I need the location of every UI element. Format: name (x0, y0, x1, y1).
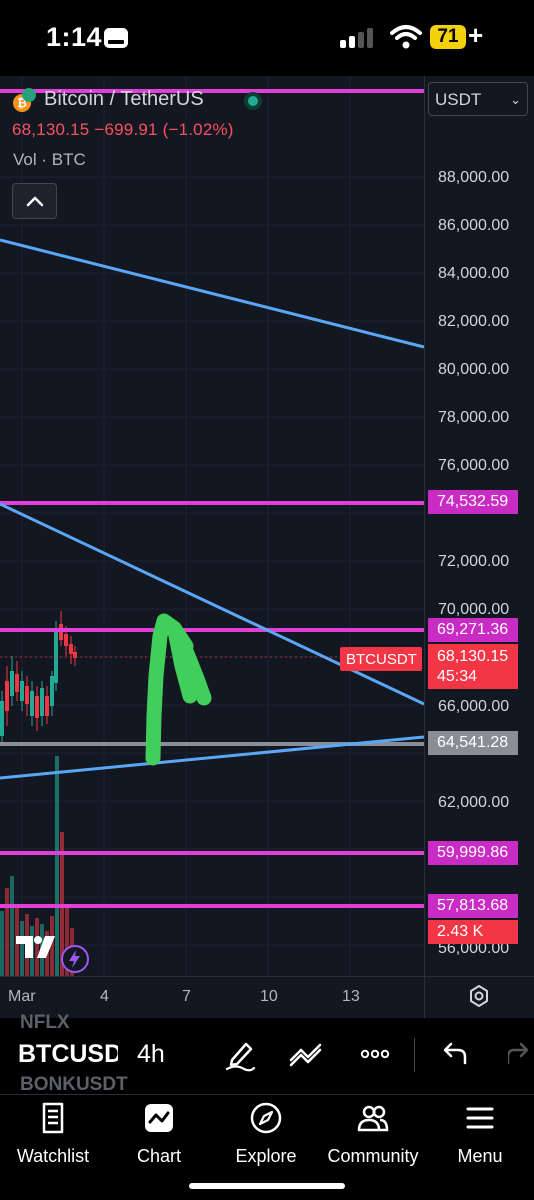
price-axis-label: 78,000.00 (438, 409, 510, 426)
symbol-title[interactable]: Bitcoin / TetherUS (44, 88, 204, 111)
price-axis-label: 80,000.00 (438, 361, 510, 378)
battery-icon: 71 (430, 25, 466, 49)
last-price-value: 68,130.15 (437, 648, 509, 665)
price-axis-label: 88,000.00 (438, 169, 510, 186)
undo-icon[interactable] (436, 1036, 472, 1072)
chevron-up-icon (26, 196, 44, 207)
nav-watchlist[interactable]: Watchlist (0, 1101, 106, 1167)
time-axis-label: 10 (260, 988, 278, 1005)
adjacent-symbol-above[interactable]: NFLX (20, 1012, 70, 1034)
collapse-legend-button[interactable] (12, 183, 57, 219)
status-bar: 1:14 71 + (0, 0, 534, 76)
chart-toolbar: NFLX BTCUSDT BONKUSDT 4h (0, 1012, 534, 1096)
price-axis-label: 76,000.00 (438, 457, 510, 474)
currency-select[interactable]: USDT ⌄ (428, 82, 528, 116)
tradingview-logo-icon (16, 936, 55, 958)
nav-menu[interactable]: Menu (427, 1101, 533, 1167)
nav-label: Community (327, 1146, 419, 1166)
adjacent-symbol-below[interactable]: BONKUSDT (20, 1074, 128, 1096)
time-axis-label: 4 (100, 988, 109, 1005)
chart-icon (145, 1104, 173, 1132)
cellular-signal-icon (340, 28, 380, 48)
level-price-tag: 69,271.36 (428, 618, 518, 642)
price-axis-divider (424, 76, 425, 1018)
last-price-tag: 68,130.15 45:34 (428, 644, 518, 689)
drawing-tools-icon[interactable] (288, 1036, 324, 1072)
price-axis-label: 82,000.00 (438, 313, 510, 330)
price-axis-label: 72,000.00 (438, 553, 510, 570)
level-price-tag: 74,532.59 (428, 490, 518, 514)
price-axis-label: 70,000.00 (438, 601, 510, 618)
nav-label: Watchlist (16, 1146, 90, 1166)
pencil-icon[interactable] (222, 1036, 258, 1072)
time-axis-label: 13 (342, 988, 360, 1005)
wifi-icon (390, 25, 422, 49)
symbol-selector[interactable]: BTCUSDT (18, 1040, 118, 1069)
price-axis-label: 84,000.00 (438, 265, 510, 282)
interval-selector[interactable]: 4h (137, 1040, 165, 1069)
nav-explore[interactable]: Explore (213, 1101, 319, 1167)
hand-drawn-arrow (145, 613, 212, 766)
currency-value: USDT (435, 90, 482, 109)
screen-lock-icon (104, 28, 128, 48)
watchlist-icon (42, 1102, 64, 1134)
price-axis-label: 62,000.00 (438, 794, 510, 811)
chart-settings-icon[interactable] (467, 984, 491, 1008)
price-axis-label: 66,000.00 (438, 698, 510, 715)
horizontal-levels[interactable] (0, 89, 424, 908)
level-price-tag: 64,541.28 (428, 731, 518, 755)
nav-community[interactable]: Community (320, 1101, 426, 1167)
price-chart[interactable]: ₿ Bitcoin / TetherUS 68,130.15 −699.91 (… (0, 76, 534, 1018)
volume-tag: 2.43 K (428, 920, 518, 944)
price-axis-label: 86,000.00 (438, 217, 510, 234)
nav-label: Chart (136, 1146, 181, 1166)
community-icon (357, 1105, 389, 1132)
volume-indicator-label[interactable]: Vol · BTC (13, 150, 86, 170)
lightning-icon (69, 950, 80, 968)
redo-icon[interactable] (508, 1036, 534, 1072)
toolbar-divider (414, 1038, 415, 1072)
compass-icon (250, 1102, 282, 1134)
charging-indicator: + (468, 20, 484, 50)
level-price-tag: 59,999.86 (428, 841, 518, 865)
nav-label: Menu (457, 1146, 503, 1166)
menu-icon (466, 1107, 494, 1129)
chevron-down-icon: ⌄ (510, 92, 521, 107)
home-indicator[interactable] (189, 1183, 345, 1189)
level-price-tag: 57,813.68 (428, 894, 518, 918)
nav-label: Explore (235, 1146, 297, 1166)
clock: 1:14 (46, 22, 103, 52)
bar-countdown: 45:34 (437, 668, 478, 685)
price-change-readout: 68,130.15 −699.91 (−1.02%) (12, 120, 234, 139)
nav-chart[interactable]: Chart (106, 1101, 212, 1167)
bolt-button[interactable] (61, 945, 89, 973)
time-axis-label: 7 (182, 988, 191, 1005)
market-open-icon (244, 92, 262, 110)
more-options-icon[interactable] (357, 1036, 393, 1072)
time-axis-label: Mar (8, 988, 36, 1005)
symbol-flag: BTCUSDT (340, 647, 422, 671)
tether-icon (22, 88, 36, 102)
time-axis-divider (0, 976, 534, 977)
